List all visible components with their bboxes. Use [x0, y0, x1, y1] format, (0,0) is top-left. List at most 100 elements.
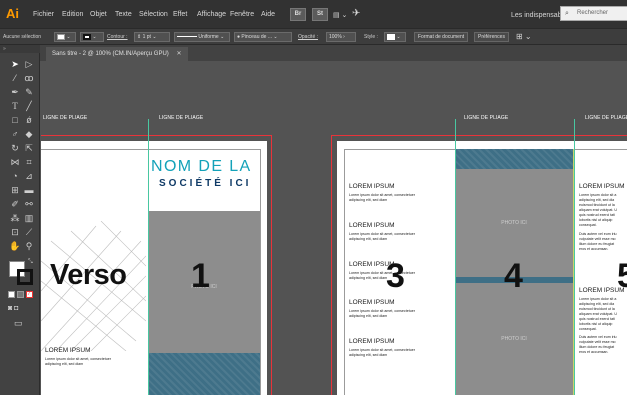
lorem-body: Lorem ipsum dolor sit amet, consectetuer… [349, 232, 415, 241]
search-icon: ⌕ [565, 10, 569, 17]
hatch-pattern [148, 353, 260, 395]
blend-icon[interactable]: ⚯ [22, 198, 36, 211]
fold-guide [574, 119, 575, 395]
draw-mode-icon[interactable]: ◙ ◘ [8, 305, 18, 312]
scale-icon[interactable]: ⇱ [22, 142, 36, 155]
arrange-documents-icon[interactable]: ▤ ⌄ [333, 11, 347, 19]
page-number-4: 4 [504, 257, 523, 295]
lasso-icon[interactable]: ꝏ [22, 72, 36, 85]
selection-icon[interactable]: ➤ [8, 58, 22, 71]
menu-fichier[interactable]: Fichier [33, 11, 54, 18]
lorem-body: Lorem ipsum dolor sit amet, consectetuer… [349, 271, 415, 280]
photo-placeholder: PHOTO ICI [455, 283, 573, 395]
type-icon[interactable]: T [8, 100, 22, 113]
lorem-title: LOREM IPSUM [349, 338, 395, 345]
color-mode-icon[interactable] [8, 291, 15, 298]
stroke-color-swatch[interactable] [17, 269, 33, 285]
opacity-label[interactable]: Opacité : [298, 34, 318, 40]
margin-guide [260, 149, 261, 395]
fold-label: LIGNE DE PLIAGE [43, 115, 88, 121]
lorem-body-long: Lorem ipsum dolor sit a adipiscing elit, … [579, 297, 617, 331]
lorem-body-long: Lorem ipsum dolor sit a adipiscing elit, … [579, 193, 617, 227]
curvature-icon[interactable]: ✎ [22, 86, 36, 99]
margin-guide [344, 149, 345, 395]
shaper-icon[interactable]: ♂ [8, 128, 22, 141]
zoom-icon[interactable]: ⚲ [22, 240, 36, 253]
page-number-5: 5 [617, 257, 627, 295]
fold-label: LIGNE DE PLIAGE [464, 115, 509, 121]
tab-document[interactable]: Sans titre - 2 @ 100% (CM.IN/Aperçu GPU)… [46, 47, 188, 61]
stroke-profile-select[interactable]: Uniforme ⌄ [174, 32, 230, 42]
fold-label: LIGNE DE PLIAGE [585, 115, 627, 121]
screen-mode-icon[interactable]: ▭ [14, 318, 23, 329]
company-name-line1: NOM DE LA [151, 158, 252, 175]
stroke-label[interactable]: Contour : [107, 34, 128, 40]
lorem-title: LOREM IPSUM [349, 222, 395, 229]
brush-select[interactable]: ● Pinceau de ... ⌄ [234, 32, 292, 42]
verso-label: Verso [50, 259, 127, 291]
menu-fenetre[interactable]: Fenêtre [230, 11, 254, 18]
rotate-icon[interactable]: ↻ [8, 142, 22, 155]
paintbrush-icon[interactable]: ǿ [22, 114, 36, 127]
eraser-icon[interactable]: ◆ [22, 128, 36, 141]
close-icon[interactable]: ✕ [176, 51, 181, 57]
document-tab-bar: Sans titre - 2 @ 100% (CM.IN/Aperçu GPU)… [40, 45, 627, 61]
fold-guide [148, 119, 149, 395]
fold-label: LIGNE DE PLIAGE [159, 115, 204, 121]
direct-selection-icon[interactable]: ▷ [22, 58, 36, 71]
none-mode-icon[interactable]: ⁄ [26, 291, 33, 298]
hand-icon[interactable]: ✋ [8, 240, 22, 253]
search-field[interactable]: ⌕ Rechercher [560, 6, 627, 21]
gradient-icon[interactable]: ▬ [22, 184, 36, 197]
menu-objet[interactable]: Objet [90, 11, 107, 18]
width-icon[interactable]: ⋈ [8, 156, 22, 169]
panel-collapse-icon[interactable]: » [0, 45, 40, 53]
rectangle-icon[interactable]: □ [8, 114, 22, 127]
menu-bar: Ai Fichier Edition Objet Texte Sélection… [0, 0, 627, 28]
pen-icon[interactable]: ✒ [8, 86, 22, 99]
free-transform-icon[interactable]: ⌗ [22, 156, 36, 169]
swap-colors-icon[interactable]: ⤡ [28, 259, 33, 266]
menu-effet[interactable]: Effet [173, 11, 187, 18]
artboard-icon[interactable]: ⊡ [8, 226, 22, 239]
margin-guide [41, 149, 260, 150]
fill-swatch[interactable]: ⌄ [54, 32, 76, 42]
arrange-icon[interactable]: ⊞ ⌄ [516, 32, 532, 41]
control-bar: Aucune sélection ⌄ ⌄ Contour : ⇕ 1 pt ⌄ … [0, 28, 627, 45]
menu-texte[interactable]: Texte [115, 11, 132, 18]
symbol-sprayer-icon[interactable]: ⁂ [8, 212, 22, 225]
menu-affichage[interactable]: Affichage [197, 11, 226, 18]
bridge-tile[interactable]: Br [290, 8, 306, 21]
document-setup-button[interactable]: Format de document [414, 32, 469, 42]
stock-tile[interactable]: St [312, 8, 328, 21]
stroke-swatch[interactable]: ⌄ [80, 32, 104, 42]
graph-icon[interactable]: ▥ [22, 212, 36, 225]
lorem-body: Lorem ipsum dolor sit amet, consectetuer… [45, 357, 111, 366]
photo-label: PHOTO ICI [501, 220, 527, 226]
line-icon[interactable]: ╱ [22, 100, 36, 113]
eyedropper-icon[interactable]: ✐ [8, 198, 22, 211]
lorem-title: LOREM IPSUM [349, 299, 395, 306]
slice-icon[interactable]: ⟋ [22, 226, 36, 239]
search-placeholder: Rechercher [577, 10, 609, 16]
magic-wand-icon[interactable]: ⁄ [8, 72, 22, 85]
gpu-performance-icon[interactable]: ✈ [352, 8, 360, 19]
opacity-field[interactable]: 100% › [326, 32, 356, 42]
perspective-icon[interactable]: ⊿ [22, 170, 36, 183]
menu-aide[interactable]: Aide [261, 11, 275, 18]
stroke-weight-field[interactable]: ⇕ 1 pt ⌄ [134, 32, 170, 42]
fold-guide [455, 119, 456, 395]
tools-panel: » ➤ ▷ ⁄ ꝏ ✒ ✎ T ╱ □ ǿ ♂ ◆ ↻ ⇱ ⋈ ⌗ ◔ ⊿ ⊞ … [0, 45, 40, 395]
lorem-body-long: Duis autem vel eum iriu vulputate velit e… [579, 335, 617, 354]
shape-builder-icon[interactable]: ◔ [8, 170, 22, 183]
menu-edition[interactable]: Edition [62, 11, 83, 18]
gradient-mode-icon[interactable] [17, 291, 24, 298]
menu-selection[interactable]: Sélection [139, 11, 168, 18]
lorem-body: Lorem ipsum dolor sit amet, consectetuer… [349, 309, 415, 318]
photo-label: PHOTO ICI [501, 336, 527, 342]
lorem-title: LOREM IPSUM [45, 347, 91, 354]
mesh-icon[interactable]: ⊞ [8, 184, 22, 197]
canvas[interactable]: PHOTO ICI NOM DE LA SOCIÉTÉ ICI Verso 1 … [41, 61, 627, 395]
style-swatch[interactable]: ⌄ [384, 32, 406, 42]
preferences-button[interactable]: Préférences [474, 32, 509, 42]
